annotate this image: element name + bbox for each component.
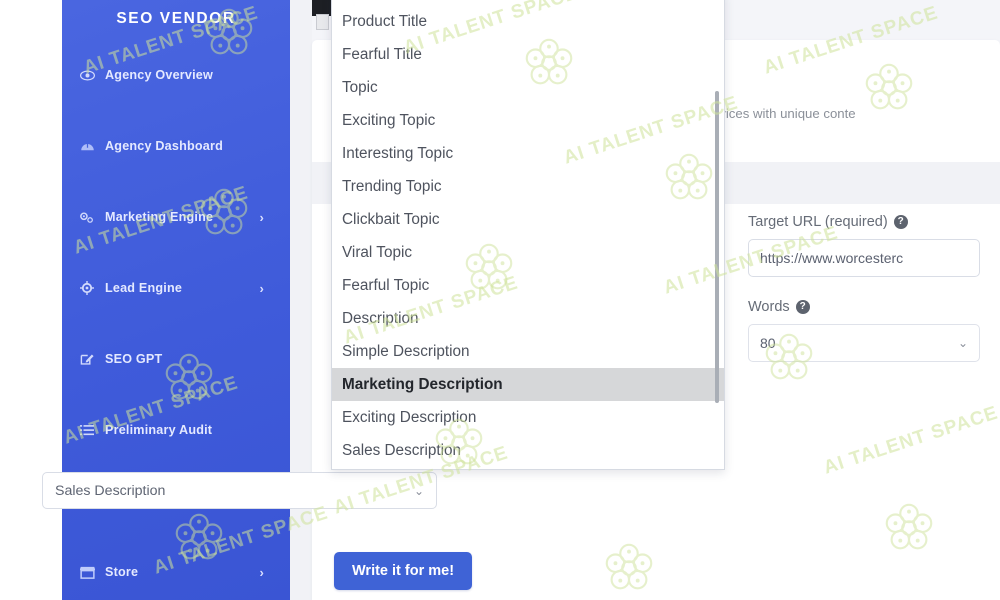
words-label: Words ? [748, 299, 980, 315]
dropdown-option[interactable]: Interesting Topic [332, 137, 724, 170]
dropdown-option[interactable]: Simple Description [332, 335, 724, 368]
dropdown-option[interactable]: Fearful Topic [332, 269, 724, 302]
sidebar-item-label: Agency Overview [105, 68, 213, 82]
sidebar-item-label: Lead Engine [105, 281, 183, 295]
cogs-icon [76, 209, 98, 225]
dropdown-option[interactable]: Topic [332, 71, 724, 104]
sidebar-item-agency-overview[interactable]: Agency Overview [62, 60, 290, 90]
sidebar-item-label: Preliminary Audit [105, 423, 213, 437]
sidebar-item-marketing-engine[interactable]: Marketing Engine › [62, 202, 290, 232]
chevron-down-icon: ⌄ [413, 483, 424, 498]
words-help-icon[interactable]: ? [795, 300, 810, 314]
target-url-help-icon[interactable]: ? [893, 215, 908, 229]
content-type-dropdown-list[interactable]: Product Title Fearful Title Topic Exciting … [331, 0, 725, 470]
sidebar-item-label: Agency Dashboard [105, 139, 223, 153]
target-url-input[interactable]: https://www.worcesterc [748, 239, 980, 277]
brand-title: SEO VENDOR [116, 10, 236, 27]
words-label-text: Words [748, 299, 790, 315]
chevron-right-icon: › [259, 280, 264, 296]
dropdown-option[interactable]: Exciting Description [332, 401, 724, 434]
dropdown-option[interactable]: Product Title [332, 5, 724, 38]
dropdown-option[interactable]: Clickbait Topic [332, 203, 724, 236]
dashboard-icon [76, 138, 98, 154]
dropdown-option[interactable]: Exciting Topic [332, 104, 724, 137]
dropdown-options[interactable]: Product Title Fearful Title Topic Exciting … [332, 0, 724, 467]
store-icon [76, 564, 98, 580]
dropdown-option[interactable]: Description [332, 302, 724, 335]
content-gutter [290, 0, 312, 600]
words-select-value: 80 [760, 335, 776, 351]
app-screenshot: S Wr d services with unique conte key Ta… [0, 0, 1000, 600]
sidebar-item-label: Store [105, 565, 139, 579]
content-type-select[interactable]: Sales Description ⌄ [42, 472, 437, 509]
dropdown-scrollbar-track[interactable] [715, 0, 722, 469]
sidebar-item-preliminary-audit[interactable]: Preliminary Audit [62, 415, 290, 445]
write-it-for-me-button[interactable]: Write it for me! [334, 552, 473, 590]
sidebar-item-agency-dashboard[interactable]: Agency Dashboard [62, 131, 290, 161]
sidebar-item-lead-engine[interactable]: Lead Engine › [62, 273, 290, 303]
dropdown-option[interactable]: Sales Description [332, 434, 724, 467]
chevron-right-icon: › [259, 564, 264, 580]
chevron-down-icon: ⌄ [957, 336, 968, 350]
form-right-column: Target URL (required) ? https://www.worc… [748, 214, 980, 362]
dropdown-option[interactable]: Trending Topic [332, 170, 724, 203]
pencil-square-icon [76, 351, 98, 367]
list-icon [76, 422, 98, 438]
gear-icon [76, 280, 98, 296]
dropdown-scrollbar-thumb[interactable] [715, 91, 719, 403]
sidebar-item-store[interactable]: Store › [62, 557, 290, 587]
dropdown-option[interactable]: Marketing Description [332, 368, 724, 401]
sidebar: SEO VENDOR Agency Overview Agency Dashboa… [62, 0, 290, 600]
content-type-select-value: Sales Description [55, 482, 166, 499]
target-url-label: Target URL (required) ? [748, 214, 980, 230]
dropdown-option[interactable]: Viral Topic [332, 236, 724, 269]
sidebar-item-seo-gpt[interactable]: SEO GPT [62, 344, 290, 374]
target-url-label-text: Target URL (required) [748, 214, 888, 230]
sidebar-item-label: Marketing Engine [105, 210, 214, 224]
eye-icon [76, 67, 98, 83]
chevron-right-icon: › [259, 209, 264, 225]
dropdown-option[interactable]: Fearful Title [332, 38, 724, 71]
sidebar-item-label: SEO GPT [105, 352, 163, 366]
words-select[interactable]: 80 ⌄ [748, 324, 980, 362]
